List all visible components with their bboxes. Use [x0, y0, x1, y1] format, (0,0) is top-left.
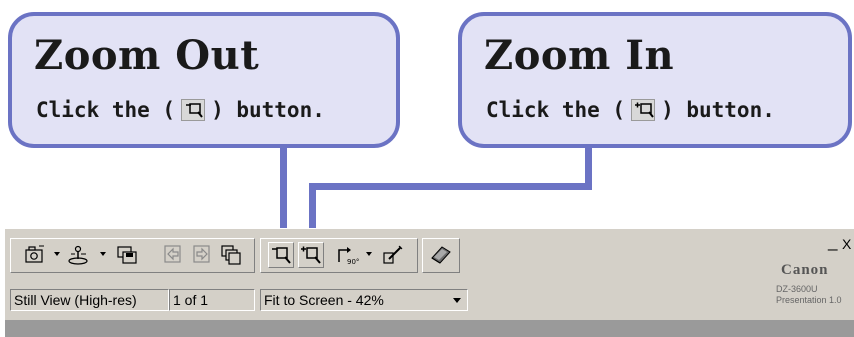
- zoom-out-icon: [272, 247, 291, 264]
- page-indicator-field: 1 of 1: [169, 289, 255, 311]
- view-mode-field: Still View (High-res): [10, 289, 169, 311]
- pen-icon: [383, 245, 403, 264]
- rotate-button[interactable]: 90°: [334, 242, 360, 268]
- zoom-out-icon: [181, 99, 206, 121]
- close-button[interactable]: X: [842, 236, 851, 252]
- camera-settings-dropdown-arrow[interactable]: [100, 252, 106, 256]
- zoom-out-callout-instruction: Click the ( ) button.: [36, 98, 325, 122]
- previous-icon: [164, 245, 181, 263]
- previous-image-button[interactable]: [160, 242, 186, 268]
- zoom-in-callout: Zoom In Click the ( ) button.: [458, 12, 852, 148]
- minimize-button[interactable]: _: [828, 232, 837, 252]
- toolbar-bottom-border: [5, 320, 854, 337]
- capture-button[interactable]: [22, 242, 48, 268]
- zoom-in-callout-instruction: Click the ( ) button.: [486, 98, 775, 122]
- svg-text:90°: 90°: [347, 258, 359, 266]
- zoom-select[interactable]: Fit to Screen - 42%: [260, 289, 468, 311]
- zoom-in-instruction-after: ) button.: [661, 98, 775, 122]
- model-info: DZ-3600U Presentation 1.0: [776, 284, 842, 306]
- zoom-out-instruction-after: ) button.: [211, 98, 325, 122]
- camera-icon: [25, 245, 44, 263]
- rotate-90-icon: 90°: [338, 247, 359, 266]
- help-book-icon: [431, 246, 451, 264]
- zoom-out-callout: Zoom Out Click the ( ) button.: [8, 12, 400, 148]
- zoom-in-callout-title: Zoom In: [484, 32, 675, 79]
- draw-button[interactable]: [380, 242, 406, 268]
- multi-view-button[interactable]: [218, 242, 244, 268]
- zoom-in-connector-horizontal: [309, 183, 592, 190]
- zoom-out-button[interactable]: [268, 242, 294, 268]
- brand-logo: Canon: [781, 262, 829, 278]
- zoom-in-button[interactable]: [298, 242, 324, 268]
- help-button[interactable]: [428, 242, 454, 268]
- product-name: Presentation 1.0: [776, 295, 842, 305]
- capture-dropdown-arrow[interactable]: [54, 252, 60, 256]
- zoom-in-icon: [301, 246, 321, 264]
- rotate-dropdown-arrow[interactable]: [366, 252, 372, 256]
- camera-settings-button[interactable]: [66, 242, 92, 268]
- next-image-button[interactable]: [189, 242, 215, 268]
- save-icon: [117, 246, 137, 264]
- windows-icon: [221, 245, 241, 265]
- zoom-in-instruction-before: Click the (: [486, 98, 626, 122]
- chevron-down-icon: [453, 298, 461, 303]
- zoom-out-instruction-before: Click the (: [36, 98, 176, 122]
- next-icon: [193, 245, 210, 263]
- model-name: DZ-3600U: [776, 284, 818, 294]
- save-button[interactable]: [114, 242, 140, 268]
- zoom-out-callout-title: Zoom Out: [34, 32, 260, 79]
- joystick-icon: [68, 245, 88, 265]
- zoom-in-icon: [631, 99, 656, 121]
- zoom-select-value: Fit to Screen - 42%: [264, 292, 384, 308]
